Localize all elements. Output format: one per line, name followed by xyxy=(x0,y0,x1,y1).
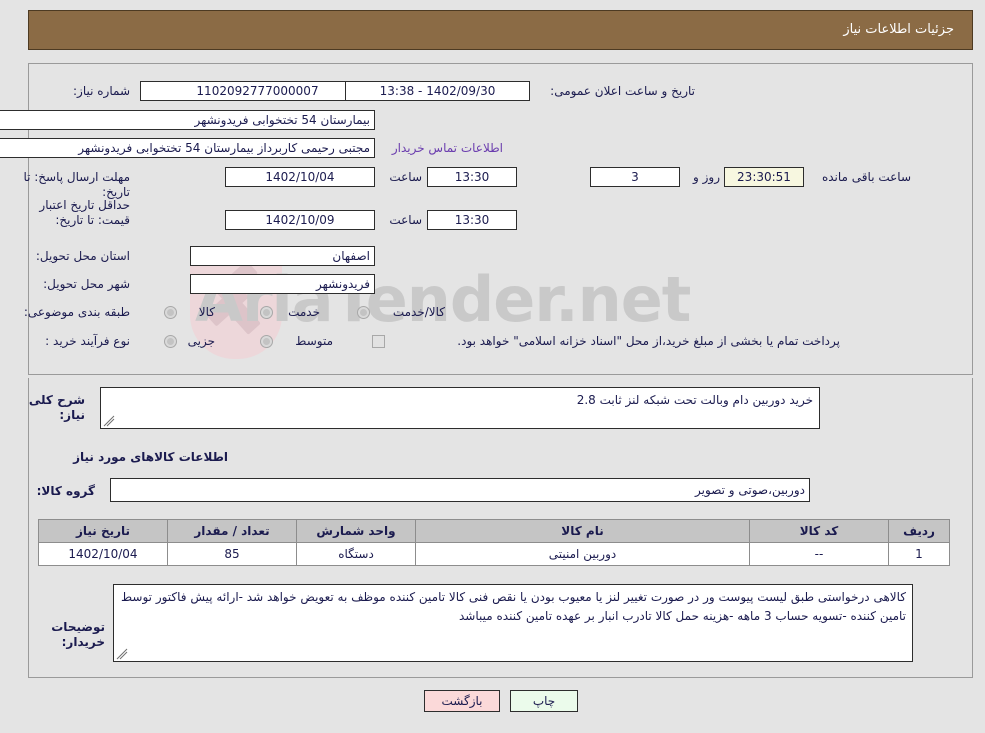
category-radio-kala[interactable] xyxy=(164,306,177,319)
treasury-documents-checkbox[interactable] xyxy=(372,335,385,348)
delivery-city-value: فریدونشهر xyxy=(190,274,375,294)
need-number-value: 1102092777000007 xyxy=(140,81,375,101)
cell-name: دوربین امنیتی xyxy=(415,542,750,566)
need-description-label: شرح کلی نیاز: xyxy=(28,393,85,422)
col-header-quantity: تعداد / مقدار xyxy=(167,519,297,543)
need-number-label: شماره نیاز: xyxy=(73,84,130,98)
goods-group-label: گروه کالا: xyxy=(36,484,95,498)
col-header-row-no: ردیف xyxy=(888,519,950,543)
col-header-unit: واحد شمارش xyxy=(296,519,416,543)
remaining-countdown-clock: 23:30:51 xyxy=(724,167,804,187)
page-title: جزئیات اطلاعات نیاز xyxy=(843,22,954,37)
buyer-organization-value: بیمارستان 54 تختخوابی فریدونشهر xyxy=(0,110,375,130)
delivery-city-label: شهر محل تحویل: xyxy=(43,277,130,291)
delivery-province-value: اصفهان xyxy=(190,246,375,266)
goods-group-value: دوربین،صوتی و تصویر xyxy=(110,478,810,502)
col-header-code: کد کالا xyxy=(749,519,889,543)
cell-date: 1402/10/04 xyxy=(38,542,168,566)
price-validity-label: حداقل تاریخ اعتبار قیمت: تا تاریخ: xyxy=(39,198,130,227)
col-header-date: تاریخ نیاز xyxy=(38,519,168,543)
category-option-khedmat-label: خدمت xyxy=(288,305,320,319)
need-description-textarea[interactable]: خرید دوربین دام وبالت تحت شبکه لنز ثابت … xyxy=(100,387,820,429)
delivery-province-label: استان محل تحویل: xyxy=(35,249,130,263)
resize-grip-icon xyxy=(103,415,115,427)
cell-row-no: 1 xyxy=(888,542,950,566)
response-deadline-hour-label: ساعت xyxy=(389,170,422,184)
resize-grip-icon-2 xyxy=(116,648,128,660)
response-deadline-label: مهلت ارسال پاسخ: تا تاریخ: xyxy=(23,170,130,199)
cell-unit: دستگاه xyxy=(296,542,416,566)
price-validity-hour-label: ساعت xyxy=(389,213,422,227)
category-radio-khedmat[interactable] xyxy=(260,306,273,319)
process-option-motevaset-label: متوسط xyxy=(295,334,333,348)
need-description-value: خرید دوربین دام وبالت تحت شبکه لنز ثابت … xyxy=(576,393,813,407)
purchase-process-label: نوع فرآیند خرید : xyxy=(45,334,130,348)
buyer-notes-value: کالاهی درخواستی طبق لیست پیوست ور در صور… xyxy=(121,590,906,623)
category-option-kala-label: کالا xyxy=(198,305,215,319)
response-deadline-date: 1402/10/04 xyxy=(225,167,375,187)
buyer-notes-textarea[interactable]: کالاهی درخواستی طبق لیست پیوست ور در صور… xyxy=(113,584,913,662)
buyer-contact-link[interactable]: اطلاعات تماس خریدار xyxy=(392,141,503,155)
remaining-days-value: 3 xyxy=(590,167,680,187)
category-option-kala-khedmat-label: کالا/خدمت xyxy=(392,305,445,319)
price-validity-time: 13:30 xyxy=(427,210,517,230)
cell-code: -- xyxy=(749,542,889,566)
col-header-name: نام کالا xyxy=(415,519,750,543)
treasury-documents-note: پرداخت تمام یا بخشی از مبلغ خرید،از محل … xyxy=(457,334,840,348)
buyer-notes-label: توضیحات خریدار: xyxy=(51,620,105,649)
back-button[interactable]: بازگشت xyxy=(424,690,500,712)
remaining-countdown-label: ساعت باقی مانده xyxy=(821,170,911,184)
process-radio-motevaset[interactable] xyxy=(260,335,273,348)
goods-table: ردیف کد کالا نام کالا واحد شمارش تعداد /… xyxy=(38,519,950,566)
table-header-row: ردیف کد کالا نام کالا واحد شمارش تعداد /… xyxy=(38,519,950,543)
page-header-bar: جزئیات اطلاعات نیاز xyxy=(28,10,973,50)
category-radio-kala-khedmat[interactable] xyxy=(357,306,370,319)
goods-section-title: اطلاعات کالاهای مورد نیاز xyxy=(73,450,228,464)
cell-quantity: 85 xyxy=(167,542,297,566)
remaining-days-label: روز و xyxy=(693,170,720,184)
process-option-jozei-label: جزیی xyxy=(187,334,215,348)
announcement-datetime: 1402/09/30 - 13:38 xyxy=(345,81,530,101)
announcement-label: تاریخ و ساعت اعلان عمومی: xyxy=(550,84,695,98)
table-row: 1 -- دوربین امنیتی دستگاه 85 1402/10/04 xyxy=(38,542,950,566)
response-deadline-time: 13:30 xyxy=(427,167,517,187)
print-button[interactable]: چاپ xyxy=(510,690,578,712)
price-validity-date: 1402/10/09 xyxy=(225,210,375,230)
request-creator-value: مجتبی رحیمی کاربرداز بیمارستان 54 تختخوا… xyxy=(0,138,375,158)
subject-category-label: طبقه بندی موضوعی: xyxy=(23,305,130,319)
process-radio-jozei[interactable] xyxy=(164,335,177,348)
